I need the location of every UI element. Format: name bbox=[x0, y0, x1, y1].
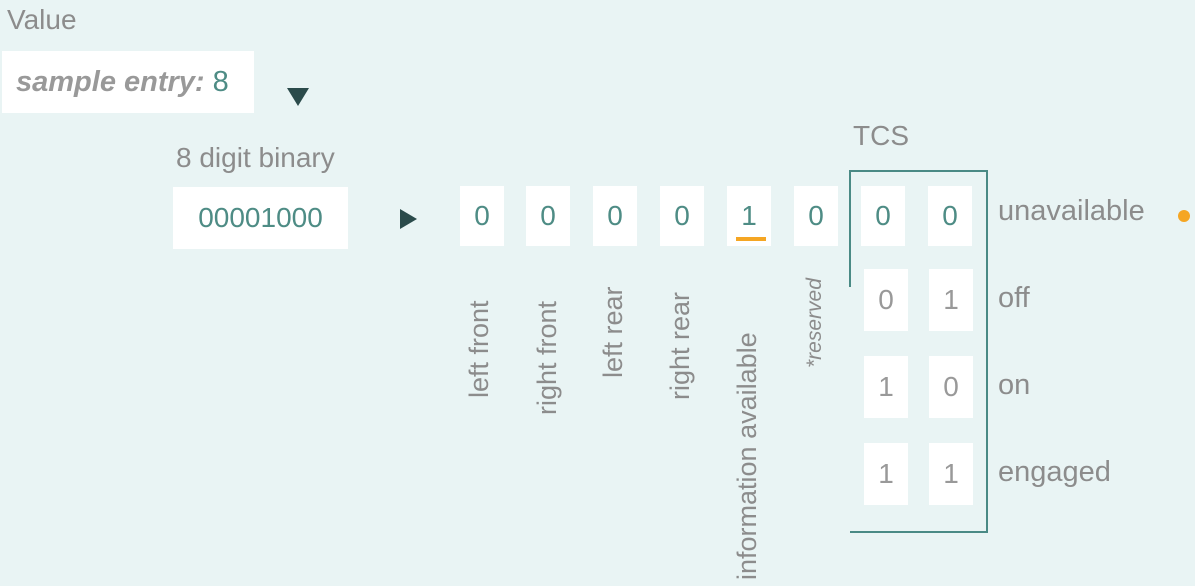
bit-label-information-available: information available bbox=[732, 332, 762, 580]
tcs-label: TCS bbox=[853, 120, 909, 151]
tcs-bit-1: 0 bbox=[861, 186, 905, 246]
bit-label-right-rear: right rear bbox=[665, 291, 695, 400]
bit-label-right-front: right front bbox=[532, 300, 562, 415]
sample-entry-box[interactable]: sample entry: 8 bbox=[2, 51, 254, 113]
bit-box-left-rear: 0 bbox=[593, 186, 637, 246]
state-engaged: engaged bbox=[998, 456, 1111, 488]
triangle-down-icon[interactable] bbox=[287, 88, 309, 106]
tcs-row-3-bit-1: 1 bbox=[864, 443, 908, 505]
binary-label: 8 digit binary bbox=[176, 142, 335, 173]
bit-label-left-front: left front bbox=[464, 300, 494, 398]
binary-value: 00001000 bbox=[198, 202, 323, 233]
tcs-row-2-bit-1: 1 bbox=[864, 356, 908, 418]
tcs-row-1-bit-2: 1 bbox=[929, 269, 973, 331]
tcs-row-3-bit-2: 1 bbox=[929, 443, 973, 505]
state-unavailable: unavailable bbox=[998, 195, 1145, 227]
triangle-right-icon bbox=[400, 209, 417, 229]
state-on: on bbox=[998, 369, 1031, 401]
bit-label-reserved: *reserved bbox=[803, 278, 826, 368]
bit-label-left-rear: left rear bbox=[598, 286, 628, 378]
highlight-underline bbox=[736, 237, 766, 241]
bit-box-right-rear: 0 bbox=[660, 186, 704, 246]
bit-box-right-front: 0 bbox=[526, 186, 570, 246]
bit-box-reserved: 0 bbox=[794, 186, 838, 246]
state-off: off bbox=[998, 282, 1030, 314]
value-heading: Value bbox=[7, 4, 77, 35]
tcs-bit-2: 0 bbox=[928, 186, 972, 246]
sample-entry-value: 8 bbox=[212, 65, 229, 98]
tcs-row-1-bit-1: 0 bbox=[864, 269, 908, 331]
binary-value-box: 00001000 bbox=[173, 187, 348, 249]
sample-entry-label: sample entry: bbox=[16, 65, 205, 98]
tcs-row-2-bit-2: 0 bbox=[929, 356, 973, 418]
bit-box-left-front: 0 bbox=[460, 186, 504, 246]
indicator-dot bbox=[1178, 210, 1190, 222]
